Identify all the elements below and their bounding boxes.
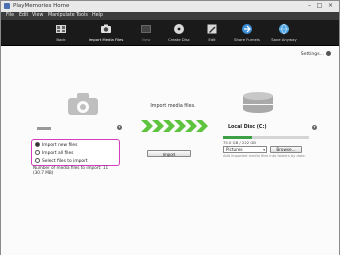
destination-drive-name[interactable]: Local Disc (C:): [228, 125, 267, 130]
title-bar: PlayMemories Home – □ ×: [1, 1, 339, 12]
settings-label: Settings...: [300, 52, 324, 57]
edit-icon: [207, 24, 217, 34]
toolbar-save-button[interactable]: Save Anyway: [264, 22, 304, 44]
source-device-select[interactable]: ▾: [37, 125, 123, 131]
camera-device-icon: [68, 93, 98, 115]
disk-usage-fill: [223, 136, 253, 139]
toolbar-label: Save Anyway: [271, 37, 297, 42]
toolbar-label: Edit: [208, 37, 216, 42]
toolbar-label: Back: [56, 37, 66, 42]
minimize-button[interactable]: –: [305, 2, 314, 10]
option-import-new[interactable]: Import new files: [35, 142, 77, 148]
close-button[interactable]: ×: [326, 2, 335, 10]
chevron-down-icon[interactable]: ▾: [117, 125, 122, 130]
import-arrows-icon: [141, 120, 208, 132]
menu-bar: File Edit View Manipulate Tools Help: [1, 12, 339, 20]
menu-help[interactable]: Help: [92, 12, 103, 20]
import-count: Number of media files to import: 11 (30.…: [33, 165, 128, 175]
radio-icon[interactable]: [35, 158, 40, 163]
toolbar-label: Share Furnels: [234, 37, 260, 42]
menu-view[interactable]: View: [32, 12, 43, 20]
browse-button[interactable]: Browse...: [270, 146, 302, 153]
maximize-button[interactable]: □: [315, 2, 324, 10]
folder-select-value: Pictures: [226, 147, 243, 152]
toolbar-back-button[interactable]: Back: [41, 22, 81, 44]
toolbar-share-button[interactable]: Share Furnels: [227, 22, 267, 44]
radio-icon[interactable]: [35, 150, 40, 155]
app-window: PlayMemories Home – □ × File Edit View M…: [0, 0, 340, 255]
disk-space-text: 75.0 GB / 222 GB: [223, 140, 256, 145]
app-icon: [4, 3, 10, 9]
option-import-all[interactable]: Import all files: [35, 150, 73, 156]
menu-file[interactable]: File: [6, 12, 14, 20]
window-title: PlayMemories Home: [13, 3, 70, 9]
menu-tools[interactable]: Tools: [76, 12, 88, 20]
import-button[interactable]: Import: [147, 150, 191, 157]
import-title: Import media files.: [150, 104, 196, 109]
settings-link[interactable]: Settings...: [301, 51, 331, 57]
view-icon: [141, 25, 151, 33]
menu-edit[interactable]: Edit: [19, 12, 28, 20]
chevron-down-icon: ▾: [263, 148, 265, 152]
destination-note: Add imported media files into folders by…: [223, 154, 306, 158]
toolbar-import-button[interactable]: Import Media Files: [86, 22, 126, 44]
option-select-files[interactable]: Select files to import: [35, 158, 88, 164]
toolbar-label: Import Media Files: [88, 37, 124, 42]
import-size-text: (30.7 MB): [33, 170, 54, 175]
destination-folder-select[interactable]: Pictures ▾: [223, 146, 267, 153]
toolbar-edit-button[interactable]: Edit: [192, 22, 232, 44]
gear-icon: [326, 51, 331, 56]
local-disk-icon: [243, 92, 273, 116]
import-camera-icon: [101, 24, 111, 33]
radio-icon[interactable]: [35, 142, 40, 147]
import-panel: Settings... ▾ Import new files Import al…: [1, 46, 339, 255]
toolbar: Back Import Media Files View Create Disc…: [1, 20, 339, 46]
chevron-down-icon[interactable]: ▾: [312, 125, 317, 130]
import-options-group: Import new files Import all files Select…: [31, 139, 120, 166]
source-device-name: [37, 127, 51, 130]
share-icon: [242, 24, 252, 34]
menu-manipulate[interactable]: Manipulate: [48, 12, 75, 20]
home-icon: [56, 25, 66, 33]
disk-usage-bar: [223, 136, 309, 139]
disc-icon: [174, 24, 184, 34]
save-globe-icon: [279, 23, 289, 35]
